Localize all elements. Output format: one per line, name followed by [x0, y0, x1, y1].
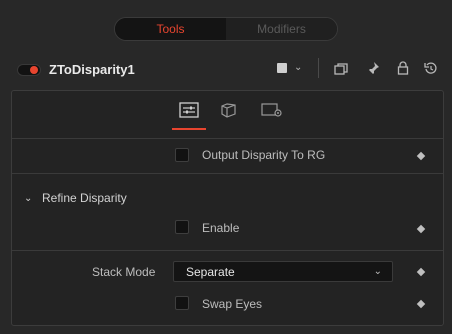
inspector-panel	[11, 90, 444, 326]
tab-divider	[12, 138, 443, 139]
cube-icon	[221, 103, 236, 118]
versions-icon[interactable]	[334, 62, 348, 81]
chevron-down-icon[interactable]: ⌄	[294, 61, 302, 75]
square-swatch-icon[interactable]	[277, 63, 287, 73]
chevron-down-icon: ⌄	[373, 266, 382, 277]
refine-disparity-section[interactable]: Refine Disparity	[42, 191, 127, 205]
toggle-indicator	[30, 66, 38, 74]
swap-eyes-label: Swap Eyes	[202, 297, 263, 311]
gear-panel-icon	[261, 103, 282, 117]
section-divider	[12, 173, 443, 174]
tab-modifiers[interactable]: Modifiers	[226, 18, 337, 40]
node-enable-toggle[interactable]	[17, 64, 41, 76]
pin-icon[interactable]	[366, 61, 380, 80]
tab-tools[interactable]: Tools	[115, 18, 226, 40]
sliders-icon	[179, 102, 199, 118]
section-divider	[12, 250, 443, 251]
chevron-down-icon[interactable]: ⌄	[24, 193, 32, 204]
output-disparity-checkbox[interactable]	[175, 148, 189, 162]
swap-eyes-checkbox[interactable]	[175, 296, 189, 310]
settings-tab[interactable]	[261, 101, 283, 119]
controls-tab[interactable]	[178, 101, 200, 119]
enable-checkbox[interactable]	[175, 220, 189, 234]
stack-mode-dropdown[interactable]: Separate ⌄	[173, 261, 393, 282]
reset-icon[interactable]	[424, 61, 438, 80]
output-disparity-label: Output Disparity To RG	[202, 148, 326, 162]
stack-mode-value: Separate	[186, 264, 235, 279]
active-tab-indicator	[172, 128, 206, 130]
node-title[interactable]: ZToDisparity1	[49, 62, 135, 77]
enable-label: Enable	[202, 221, 240, 235]
header-separator	[318, 58, 319, 78]
stack-mode-label: Stack Mode	[92, 265, 156, 279]
lock-icon[interactable]	[397, 61, 409, 80]
panel-mode-switch: Tools Modifiers	[114, 17, 338, 41]
3d-settings-tab[interactable]	[219, 101, 241, 119]
